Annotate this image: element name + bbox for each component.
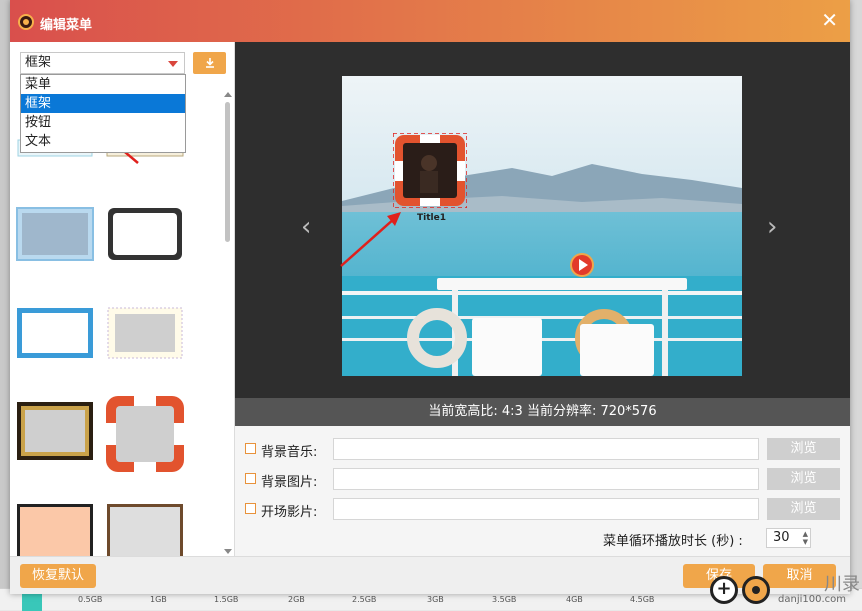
previous-page-icon[interactable]: ‹ (301, 212, 311, 242)
menu-options: 背景音乐: 浏览 背景图片: 浏览 开场影片: 浏览 菜单循环播放时长 (秒) … (235, 426, 850, 556)
menu-preview: ‹ › Title1 (235, 42, 850, 398)
storage-tick: 4.5GB (630, 595, 655, 604)
scroll-down-icon[interactable] (224, 549, 232, 554)
frame-thumb-peach[interactable] (17, 504, 93, 556)
preview-frame-item[interactable] (392, 132, 468, 209)
dropdown-option-button[interactable]: 按钮 (21, 113, 185, 132)
storage-tick: 3.5GB (492, 595, 517, 604)
edit-menu-dialog: 编辑菜单 ✕ 框架 菜单 框架 按钮 文本 ‹ › Title1 当前宽高比: … (10, 0, 850, 594)
intro-video-path-field[interactable] (333, 498, 759, 520)
intro-video-label: 开场影片: (261, 505, 318, 520)
watermark-plus-icon: + (710, 576, 738, 604)
dropdown-option-text[interactable]: 文本 (21, 132, 185, 151)
dialog-title: 编辑菜单 (40, 18, 93, 33)
next-page-icon[interactable]: › (767, 212, 777, 242)
bg-image-label: 背景图片: (261, 475, 318, 490)
lifebuoy-frame (392, 132, 468, 209)
bg-image-path-field[interactable] (333, 468, 759, 490)
loop-duration-stepper[interactable]: 30 ▲ ▼ (766, 528, 811, 548)
frame-thumb-dotted[interactable] (107, 307, 183, 359)
watermark-eye-icon (742, 576, 770, 604)
background-app-edge-left (0, 0, 10, 610)
frame-thumb-lifebuoy[interactable] (106, 396, 184, 472)
frame-thumb-soft-blue[interactable] (16, 207, 94, 261)
storage-tick: 0.5GB (78, 595, 103, 604)
bg-music-row: 背景音乐: 浏览 (235, 438, 850, 460)
thumbnail-scrollbar[interactable] (223, 92, 233, 554)
bg-music-browse-button[interactable]: 浏览 (767, 438, 840, 460)
title-bar[interactable]: 编辑菜单 ✕ (10, 0, 850, 42)
play-button-icon[interactable] (569, 252, 595, 278)
storage-tick: 1GB (150, 595, 167, 604)
bg-music-label: 背景音乐: (261, 445, 318, 460)
bg-image-row: 背景图片: 浏览 (235, 468, 850, 490)
restore-defaults-button[interactable]: 恢复默认 (20, 564, 96, 588)
template-type-dropdown: 菜单 框架 按钮 文本 (20, 74, 186, 153)
watermark-big-text: 川录 (824, 574, 860, 595)
frame-thumb-black-rounded[interactable] (108, 208, 182, 260)
dropdown-option-frame[interactable]: 框架 (21, 94, 185, 113)
frame-title-label[interactable]: Title1 (417, 213, 446, 223)
dropdown-option-menu[interactable]: 菜单 (21, 75, 185, 94)
bg-music-path-field[interactable] (333, 438, 759, 460)
storage-tick: 2GB (288, 595, 305, 604)
scroll-up-icon[interactable] (224, 92, 232, 97)
frame-thumb-blue-border[interactable] (17, 308, 93, 358)
storage-tick: 4GB (566, 595, 583, 604)
background-app-edge-right (850, 0, 862, 610)
annotation-arrow-preview (340, 212, 401, 267)
bg-music-checkbox[interactable] (245, 443, 256, 454)
frame-thumb-brown[interactable] (107, 504, 183, 556)
bg-image-browse-button[interactable]: 浏览 (767, 468, 840, 490)
close-icon[interactable]: ✕ (821, 10, 838, 30)
storage-tick: 3GB (427, 595, 444, 604)
intro-video-checkbox[interactable] (245, 503, 256, 514)
loop-duration-label: 菜单循环播放时长 (秒) : (603, 534, 743, 549)
resolution-status: 当前宽高比: 4:3 当前分辨率: 720*576 (235, 398, 850, 426)
stepper-arrows-icon[interactable]: ▲ ▼ (803, 530, 808, 546)
scroll-thumb[interactable] (225, 102, 230, 242)
bg-image-checkbox[interactable] (245, 473, 256, 484)
intro-video-row: 开场影片: 浏览 (235, 498, 850, 520)
storage-used-indicator (22, 593, 42, 611)
template-panel: 框架 菜单 框架 按钮 文本 (10, 42, 235, 556)
intro-video-browse-button[interactable]: 浏览 (767, 498, 840, 520)
app-logo-icon (18, 14, 34, 30)
frame-thumb-gold-black[interactable] (17, 402, 93, 460)
storage-tick: 2.5GB (352, 595, 377, 604)
storage-tick: 1.5GB (214, 595, 239, 604)
site-watermark: + danji100.com 川录 (700, 570, 860, 610)
loop-duration-value: 30 (773, 530, 790, 545)
